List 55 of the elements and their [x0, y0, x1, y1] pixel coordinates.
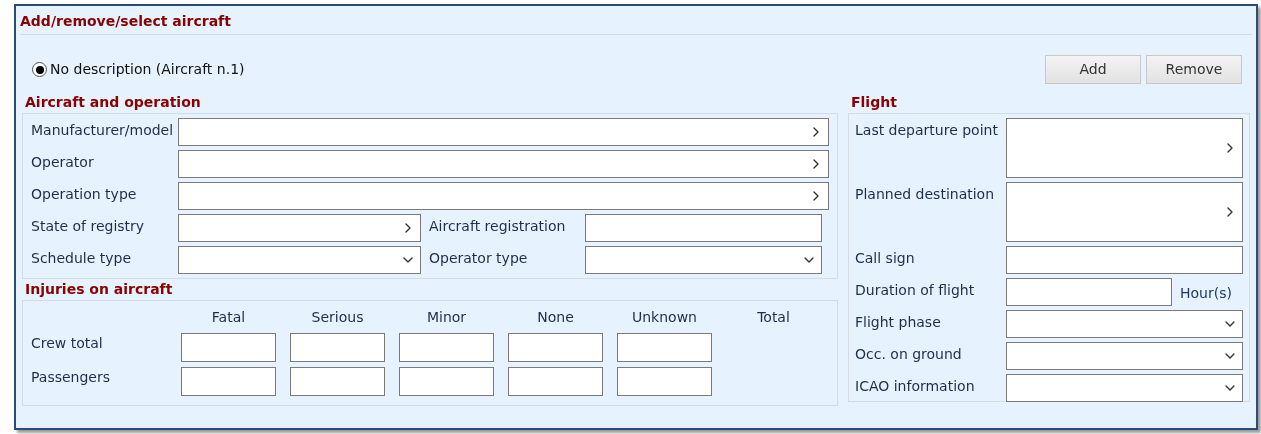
column-header: Total	[756, 308, 791, 327]
field-label: Schedule type	[31, 249, 133, 268]
count-field[interactable]	[290, 367, 385, 396]
field-label: Occ. on ground	[855, 345, 963, 364]
count-field[interactable]	[508, 367, 603, 396]
field-label: Operator	[31, 153, 95, 172]
lookup-field[interactable]	[1006, 118, 1243, 178]
field-label: Duration of flight	[855, 281, 976, 300]
input-field[interactable]	[1006, 246, 1243, 274]
count-field[interactable]	[508, 333, 603, 362]
row-label: Passengers	[31, 368, 112, 387]
lookup-field[interactable]	[178, 118, 829, 146]
field-label: State of registry	[31, 217, 146, 236]
field-label: Last departure point	[855, 121, 999, 140]
lookup-field[interactable]	[178, 150, 829, 178]
column-header: Fatal	[210, 308, 247, 327]
count-field[interactable]	[181, 333, 276, 362]
aircraft-radio[interactable]: No description (Aircraft n.1)	[32, 59, 245, 80]
lookup-field[interactable]	[178, 182, 829, 210]
dropdown-field[interactable]	[1006, 342, 1243, 370]
field-label: Planned destination	[855, 185, 996, 204]
column-header: None	[536, 308, 575, 327]
column-header: Serious	[310, 308, 365, 327]
column-header: Unknown	[631, 308, 698, 327]
unit-label: Hour(s)	[1180, 284, 1232, 303]
input-field[interactable]	[1006, 278, 1172, 306]
radio-icon	[32, 62, 47, 77]
field-label: Operator type	[429, 249, 529, 268]
section-heading: Add/remove/select aircraft	[20, 12, 232, 30]
dropdown-field[interactable]	[1006, 310, 1243, 338]
field-label: Manufacturer/model	[31, 121, 170, 140]
input-field[interactable]	[585, 214, 822, 242]
count-field[interactable]	[617, 367, 712, 396]
action-button[interactable]: Add	[1045, 55, 1141, 84]
field-label: Flight phase	[855, 313, 942, 332]
count-field[interactable]	[399, 367, 494, 396]
field-label: Aircraft registration	[429, 217, 567, 236]
field-label: ICAO information	[855, 377, 976, 396]
row-label: Crew total	[31, 334, 104, 353]
field-label: Call sign	[855, 249, 916, 268]
dropdown-field[interactable]	[1006, 374, 1243, 402]
lookup-field[interactable]	[178, 214, 421, 242]
lookup-field[interactable]	[1006, 182, 1243, 242]
dropdown-field[interactable]	[585, 246, 822, 274]
count-field[interactable]	[181, 367, 276, 396]
section-heading: Flight	[851, 93, 898, 111]
field-label: Operation type	[31, 185, 138, 204]
count-field[interactable]	[399, 333, 494, 362]
section-heading: Aircraft and operation	[25, 93, 202, 111]
count-field[interactable]	[290, 333, 385, 362]
section-heading: Injuries on aircraft	[25, 280, 174, 298]
action-button[interactable]: Remove	[1146, 55, 1242, 84]
dropdown-field[interactable]	[178, 246, 421, 274]
column-header: Minor	[425, 308, 468, 327]
count-field[interactable]	[617, 333, 712, 362]
